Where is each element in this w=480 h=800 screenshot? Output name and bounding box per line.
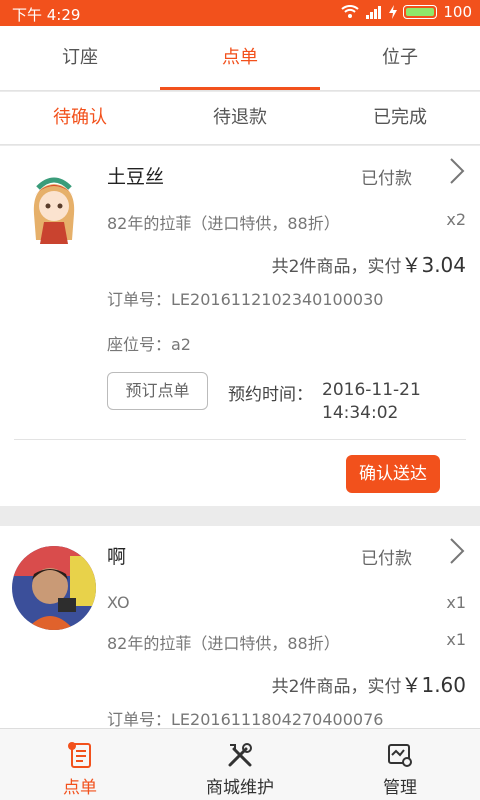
sub-tab-bar: 待确认 待退款 已完成 bbox=[0, 92, 480, 145]
item-title: XO bbox=[107, 593, 130, 612]
tab-order[interactable]: 点单 bbox=[160, 26, 320, 90]
signal-icon bbox=[366, 6, 382, 19]
divider bbox=[14, 439, 466, 440]
order-item: 82年的拉菲（进口特供，88折） x2 bbox=[107, 210, 466, 234]
order-type-tag: 预订点单 bbox=[107, 372, 208, 410]
tab-completed[interactable]: 已完成 bbox=[320, 92, 480, 144]
item-qty: x1 bbox=[446, 630, 466, 649]
tab-pending-refund[interactable]: 待退款 bbox=[160, 92, 320, 144]
order-total: 共2件商品，实付￥3.04 bbox=[272, 249, 466, 278]
confirm-delivery-button[interactable]: 确认送达 bbox=[346, 455, 440, 493]
nav-store-maintenance[interactable]: 商城维护 bbox=[160, 729, 320, 800]
appointment-date: 2016-11-21 bbox=[322, 380, 421, 400]
order-number: 订单号：LE2016112102340100030 bbox=[107, 290, 384, 309]
avatar bbox=[12, 166, 96, 250]
bottom-nav: 点单 商城维护 管理 bbox=[0, 728, 480, 800]
item-qty: x1 bbox=[446, 593, 466, 612]
chevron-right-icon[interactable] bbox=[448, 157, 466, 185]
appointment-time: 14:34:02 bbox=[322, 403, 399, 423]
charging-icon bbox=[389, 5, 398, 19]
nav-manage[interactable]: 管理 bbox=[320, 729, 480, 800]
chevron-right-icon[interactable] bbox=[448, 537, 466, 565]
battery-level: 100 bbox=[443, 3, 472, 21]
tab-reserve-seat[interactable]: 订座 bbox=[0, 26, 160, 90]
total-summary: 共2件商品，实付 bbox=[271, 257, 402, 277]
order-item: XO x1 bbox=[107, 593, 466, 612]
item-title: 82年的拉菲（进口特供，88折） bbox=[107, 214, 340, 233]
wifi-icon bbox=[341, 5, 360, 18]
manage-icon bbox=[388, 744, 412, 767]
appointment-label: 预约时间： bbox=[228, 385, 313, 405]
nav-order[interactable]: 点单 bbox=[0, 729, 160, 800]
top-tab-bar: 订座 点单 位子 bbox=[0, 26, 480, 91]
total-amount: ￥3.04 bbox=[401, 253, 466, 277]
item-qty: x2 bbox=[446, 210, 466, 229]
payment-status: 已付款 bbox=[361, 169, 412, 189]
battery-icon bbox=[403, 5, 438, 19]
total-amount: ￥1.60 bbox=[401, 673, 466, 697]
card-gap bbox=[0, 506, 480, 526]
order-number: 订单号：LE2016111804270400076 bbox=[107, 710, 384, 728]
seat-number: 座位号：a2 bbox=[107, 335, 191, 354]
nav-store-maintenance-label: 商城维护 bbox=[206, 778, 274, 798]
order-icon bbox=[68, 742, 91, 768]
status-icons: 100 bbox=[341, 3, 472, 21]
order-item: 82年的拉菲（进口特供，88折） x1 bbox=[107, 630, 466, 654]
tab-pending-confirm[interactable]: 待确认 bbox=[0, 92, 160, 144]
avatar bbox=[12, 546, 96, 630]
customer-name: 啊 bbox=[107, 546, 127, 568]
nav-manage-label: 管理 bbox=[383, 778, 417, 798]
order-card[interactable]: 啊 已付款 XO x1 82年的拉菲（进口特供，88折） x1 共2件商品，实付… bbox=[0, 526, 480, 728]
payment-status: 已付款 bbox=[361, 549, 412, 569]
order-total: 共2件商品，实付￥1.60 bbox=[272, 669, 466, 698]
tab-seats[interactable]: 位子 bbox=[320, 26, 480, 90]
status-bar: 下午 4:29 100 bbox=[0, 0, 480, 26]
tools-icon bbox=[228, 743, 252, 767]
status-time: 下午 4:29 bbox=[12, 6, 81, 24]
nav-order-label: 点单 bbox=[63, 778, 97, 798]
item-title: 82年的拉菲（进口特供，88折） bbox=[107, 634, 340, 653]
order-card[interactable]: 土豆丝 已付款 82年的拉菲（进口特供，88折） x2 共2件商品，实付￥3.0… bbox=[0, 146, 480, 506]
customer-name: 土豆丝 bbox=[107, 166, 165, 188]
total-summary: 共2件商品，实付 bbox=[271, 677, 402, 697]
order-list: 土豆丝 已付款 82年的拉菲（进口特供，88折） x2 共2件商品，实付￥3.0… bbox=[0, 146, 480, 728]
